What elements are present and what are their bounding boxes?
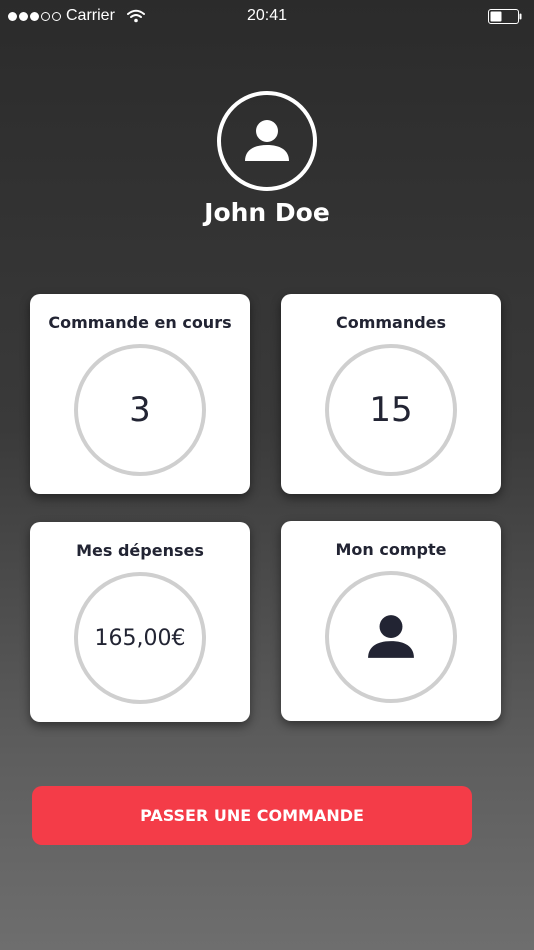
card-title: Mon compte (335, 540, 447, 559)
status-time: 20:41 (246, 7, 288, 24)
current-orders-count: 3 (74, 344, 206, 476)
user-icon (368, 615, 414, 658)
card-title: Mes dépenses (76, 541, 204, 560)
orders-card[interactable]: Commandes 15 (281, 294, 501, 494)
user-icon (245, 120, 289, 161)
user-name: John Doe (204, 198, 330, 227)
place-order-button[interactable]: PASSER UNE COMMANDE (32, 786, 472, 845)
card-title: Commande en cours (48, 313, 232, 332)
current-orders-card[interactable]: Commande en cours 3 (30, 294, 250, 494)
battery-icon (488, 9, 522, 24)
account-card[interactable]: Mon compte (281, 521, 501, 721)
account-ring (325, 571, 457, 703)
spending-amount: 165,00€ (74, 572, 206, 704)
spending-card[interactable]: Mes dépenses 165,00€ (30, 522, 250, 722)
orders-count: 15 (325, 344, 457, 476)
card-title: Commandes (335, 313, 447, 332)
status-bar: Carrier 20:41 (0, 0, 534, 34)
avatar[interactable] (217, 91, 317, 191)
